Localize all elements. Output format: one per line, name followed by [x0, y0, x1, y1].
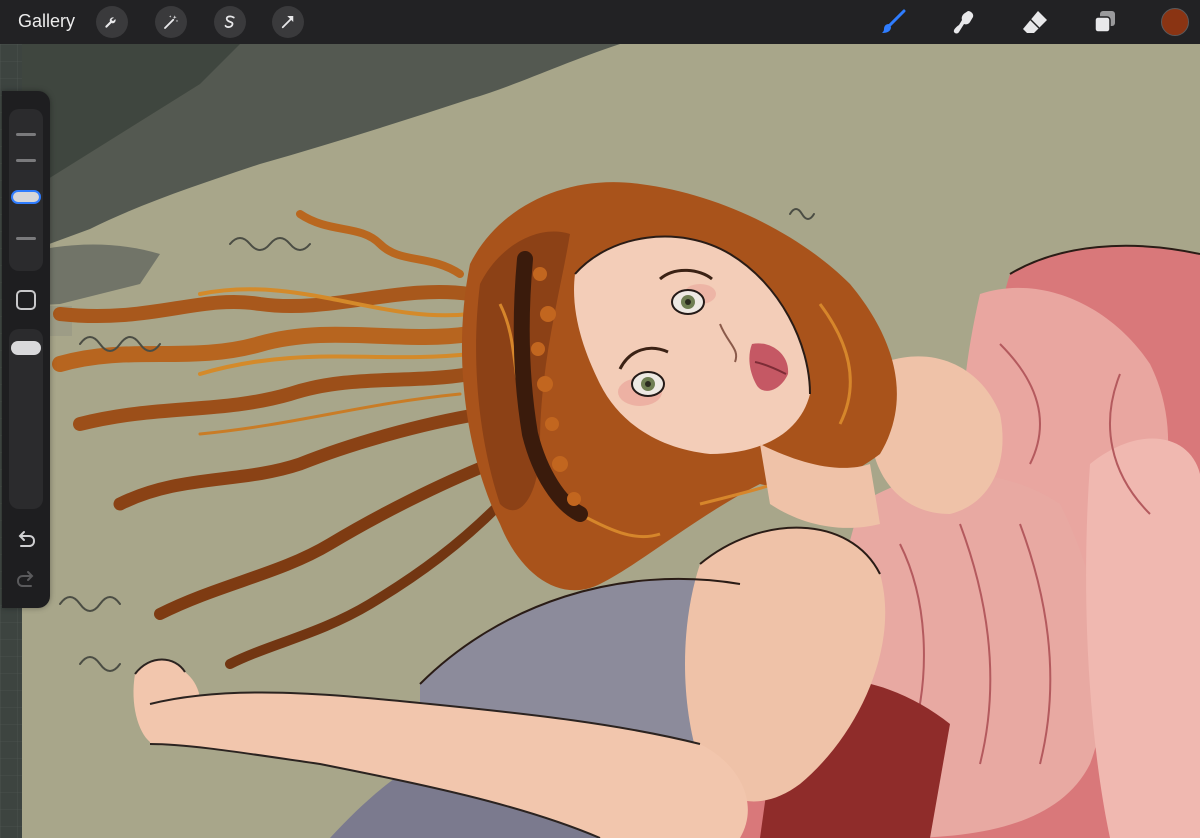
eraser-icon[interactable]: [1019, 6, 1051, 38]
color-swatch-button[interactable]: [1161, 8, 1189, 36]
undo-icon[interactable]: [14, 528, 38, 552]
brush-size-slider[interactable]: [9, 109, 43, 271]
wrench-icon[interactable]: [96, 6, 128, 38]
artwork-illustration: [0, 44, 1200, 838]
layers-icon[interactable]: [1089, 6, 1121, 38]
selection-s-icon[interactable]: [214, 6, 246, 38]
brush-icon[interactable]: [877, 6, 909, 38]
opacity-thumb[interactable]: [11, 341, 41, 355]
magic-wand-icon[interactable]: [155, 6, 187, 38]
left-sidebar: [2, 91, 50, 608]
opacity-slider[interactable]: [9, 329, 43, 509]
brush-size-thumb[interactable]: [11, 190, 41, 204]
drawing-canvas[interactable]: [0, 44, 1200, 838]
gallery-button[interactable]: Gallery: [18, 11, 75, 32]
size-tick: [16, 159, 36, 162]
transform-arrow-icon[interactable]: [272, 6, 304, 38]
top-toolbar: Gallery: [0, 0, 1200, 44]
modify-square-icon[interactable]: [14, 288, 38, 312]
size-tick: [16, 237, 36, 240]
smudge-icon[interactable]: [948, 6, 980, 38]
size-tick: [16, 133, 36, 136]
redo-icon[interactable]: [14, 568, 38, 592]
